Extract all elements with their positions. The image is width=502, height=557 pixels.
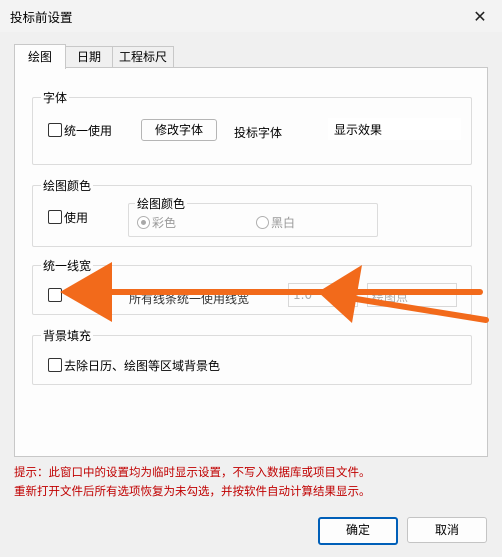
remove-background-checkbox[interactable] — [48, 358, 62, 372]
bw-radio[interactable] — [256, 216, 269, 229]
line-width-unit: 绘图点 — [372, 290, 409, 304]
font-preview-text: 显示效果 — [334, 123, 383, 137]
color-radio[interactable] — [137, 216, 150, 229]
font-preview-box: 显示效果 — [328, 118, 461, 140]
ok-button[interactable]: 确定 — [318, 517, 398, 545]
drawing-color-group-title: 绘图颜色 — [41, 177, 94, 194]
drawing-color-group: 绘图颜色 使用 绘图颜色 彩色 黑白 — [32, 177, 472, 247]
cancel-button[interactable]: 取消 — [407, 517, 487, 543]
remove-background-label: 去除日历、绘图等区域背景色 — [64, 359, 221, 373]
line-width-input[interactable]: 1.0 — [288, 283, 358, 307]
line-width-value: 1.0 — [293, 288, 313, 302]
tab-drawing[interactable]: 绘图 — [14, 44, 66, 69]
unify-font-label: 统一使用 — [64, 124, 113, 138]
use-color-checkbox[interactable] — [48, 210, 62, 224]
color-option-subgroup: 绘图颜色 彩色 黑白 — [128, 195, 378, 237]
chevron-down-icon: ⌄ — [440, 287, 449, 298]
tab-date[interactable]: 日期 — [64, 46, 114, 68]
line-width-checkbox[interactable] — [48, 288, 62, 302]
window-title: 投标前设置 — [10, 10, 73, 25]
line-width-group: 统一线宽 所有线条统一使用线宽 1.0 绘图点 ⌄ — [32, 257, 472, 315]
font-group-title: 字体 — [41, 89, 70, 106]
hint-line-1: 提示：此窗口中的设置均为临时显示设置，不写入数据库或项目文件。 — [14, 465, 371, 479]
title-bar: 投标前设置 ✕ — [0, 0, 502, 32]
line-width-group-title: 统一线宽 — [41, 257, 94, 274]
unify-font-checkbox[interactable] — [48, 123, 62, 137]
close-icon[interactable]: ✕ — [468, 4, 492, 28]
background-fill-group-title: 背景填充 — [41, 327, 94, 344]
color-subgroup-title: 绘图颜色 — [135, 195, 188, 212]
hint-line-2: 重新打开文件后所有选项恢复为未勾选，并按软件自动计算结果显示。 — [14, 484, 371, 498]
bid-font-label: 投标字体 — [234, 126, 283, 140]
line-width-unit-select[interactable]: 绘图点 ⌄ — [367, 283, 457, 307]
bw-option-label: 黑白 — [271, 216, 296, 230]
line-width-label: 所有线条统一使用线宽 — [129, 292, 250, 306]
font-group: 字体 统一使用 修改字体 投标字体 显示效果 — [32, 89, 472, 165]
use-color-label: 使用 — [64, 211, 89, 225]
color-option-label: 彩色 — [152, 216, 177, 230]
modify-font-button[interactable]: 修改字体 — [141, 119, 217, 141]
tab-project-ruler[interactable]: 工程标尺 — [112, 46, 174, 68]
tab-panel: 字体 统一使用 修改字体 投标字体 显示效果 绘图颜色 使用 绘图颜色 彩色 黑… — [14, 67, 488, 457]
background-fill-group: 背景填充 去除日历、绘图等区域背景色 — [32, 327, 472, 385]
